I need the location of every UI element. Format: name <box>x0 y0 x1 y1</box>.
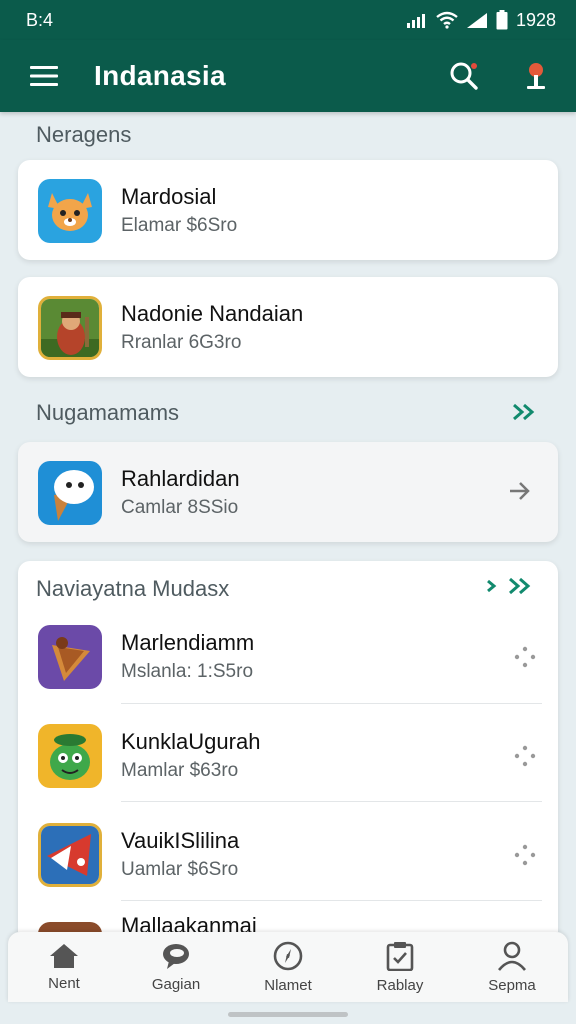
status-icons: 1928 <box>406 10 556 31</box>
section-title-first: Neragens <box>36 122 132 147</box>
section-title-third: Naviayatna Mudasx <box>36 576 230 601</box>
status-bar: B:4 1928 <box>0 0 576 40</box>
more-dots-icon[interactable] <box>514 646 536 668</box>
list-item[interactable]: Mardosial Elamar $6Sro <box>18 160 558 260</box>
chat-bubble-icon <box>163 943 189 969</box>
fox-character-icon <box>38 179 102 243</box>
cellular-icon <box>466 13 487 28</box>
divider <box>121 703 542 704</box>
app-subtitle: Mamlar $63ro <box>121 760 239 781</box>
green-creature-icon <box>38 724 102 788</box>
cone-shell-icon <box>38 625 102 689</box>
app-card[interactable]: Rahlardidan Camlar 8SSio <box>18 442 558 542</box>
nav-explore[interactable]: Nlamet <box>232 932 344 1002</box>
status-time: B:4 <box>26 9 54 30</box>
home-icon <box>50 943 78 968</box>
app-name: KunklaUgurah <box>121 729 261 754</box>
nav-home[interactable]: Nent <box>8 932 120 1002</box>
nav-label: Nent <box>48 974 80 992</box>
main-content[interactable]: Neragens Mardosial Elamar $6Sro Nadonie … <box>0 112 576 932</box>
account-button[interactable] <box>520 60 552 92</box>
search-icon <box>450 62 478 90</box>
gesture-bar[interactable] <box>228 1012 348 1017</box>
app-card[interactable]: Mardosial Elamar $6Sro <box>18 160 558 260</box>
list-item[interactable]: Mallaakanmai <box>18 903 558 932</box>
app-list-card: Naviayatna Mudasx Marlendiamm Mslanla: 1… <box>18 561 558 932</box>
nav-label: Sepma <box>488 976 536 994</box>
nav-profile[interactable]: Sepma <box>456 932 568 1002</box>
status-clock: 1928 <box>515 9 556 30</box>
nav-chat[interactable]: Gagian <box>120 932 232 1002</box>
app-subtitle: Elamar $6Sro <box>121 215 238 236</box>
person-icon <box>497 941 527 971</box>
app-subtitle: Camlar 8SSio <box>121 497 239 518</box>
signal-icon <box>406 14 425 28</box>
battery-icon <box>496 10 508 30</box>
more-dots-icon[interactable] <box>514 745 536 767</box>
bottom-navigation: Nent Gagian Nlamet Rablay Sepma <box>8 932 568 1002</box>
list-item[interactable]: Rahlardidan Camlar 8SSio <box>18 442 558 542</box>
app-subtitle: Uamlar $6Sro <box>121 859 239 880</box>
app-subtitle: Rranlar 6G3ro <box>121 332 242 353</box>
partial-app-icon <box>38 922 102 932</box>
chevron-right-icon[interactable] <box>508 480 532 502</box>
clipboard-icon <box>386 941 414 971</box>
red-hat-icon <box>38 823 102 887</box>
chevron-right-double-icon[interactable] <box>484 576 536 596</box>
section-title-second: Nugamamams <box>36 400 180 425</box>
ice-cream-cone-icon <box>38 461 102 525</box>
nav-label: Nlamet <box>264 976 312 994</box>
wifi-icon <box>436 11 458 29</box>
list-item[interactable]: Marlendiamm Mslanla: 1:S5ro <box>18 606 558 706</box>
app-title: Indanasia <box>94 60 226 91</box>
app-name: Rahlardidan <box>121 466 240 491</box>
app-subtitle: Mslanla: 1:S5ro <box>121 661 254 682</box>
app-card[interactable]: Nadonie Nandaian Rranlar 6G3ro <box>18 277 558 377</box>
search-button[interactable] <box>448 60 480 92</box>
pin-icon <box>527 63 545 89</box>
more-dots-icon[interactable] <box>514 844 536 866</box>
list-item[interactable]: Nadonie Nandaian Rranlar 6G3ro <box>18 277 558 377</box>
nav-label: Rablay <box>376 976 424 994</box>
app-name: Mallaakanmai <box>121 913 257 932</box>
app-name: VauikISlilina <box>121 828 240 853</box>
menu-button[interactable] <box>28 60 60 92</box>
divider <box>121 801 542 802</box>
double-chevron-icon[interactable] <box>512 402 536 422</box>
app-name: Marlendiamm <box>121 630 255 655</box>
list-item[interactable]: KunklaUgurah Mamlar $63ro <box>18 705 558 805</box>
app-name: Mardosial <box>121 184 217 209</box>
warrior-character-icon <box>38 296 102 360</box>
divider <box>121 900 542 901</box>
app-name: Nadonie Nandaian <box>121 301 304 326</box>
list-item[interactable]: VauikISlilina Uamlar $6Sro <box>18 804 558 904</box>
nav-library[interactable]: Rablay <box>344 932 456 1002</box>
nav-label: Gagian <box>151 975 201 993</box>
app-bar: Indanasia <box>0 40 576 112</box>
compass-icon <box>273 941 303 970</box>
hamburger-icon <box>30 66 58 86</box>
